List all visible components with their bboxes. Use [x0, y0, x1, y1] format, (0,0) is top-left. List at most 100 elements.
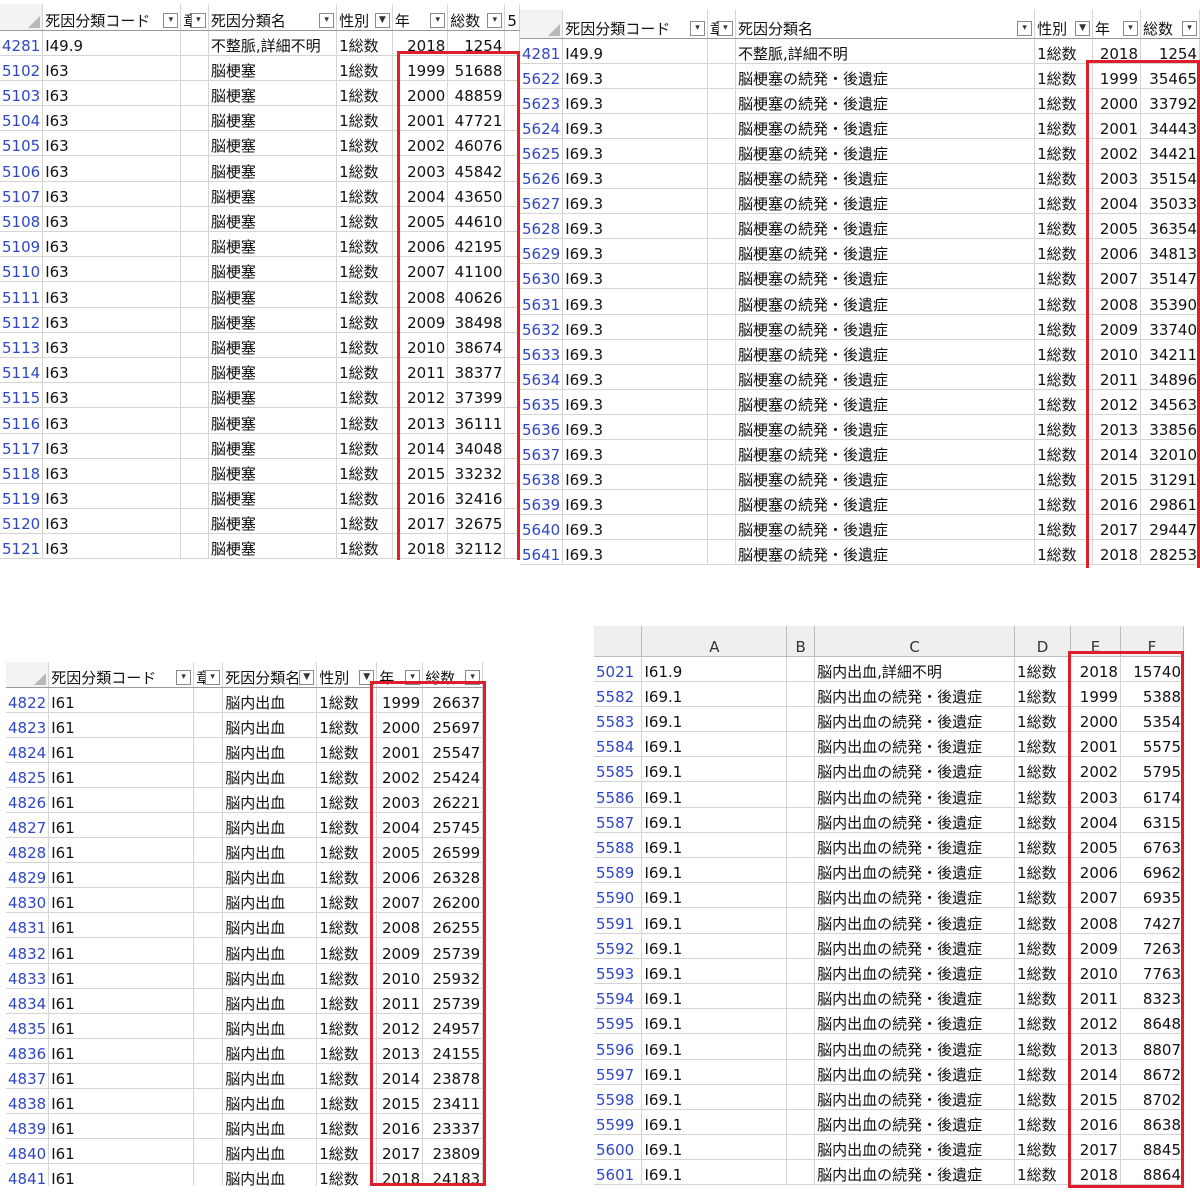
filter-dropdown-icon[interactable]: ▾	[689, 20, 705, 36]
cause-code-cell[interactable]: I69.3	[562, 213, 708, 240]
filter-dropdown-icon[interactable]: ▾	[405, 669, 421, 685]
cause-code-cell[interactable]: I69.3	[562, 364, 708, 390]
row-number[interactable]: 5592	[594, 933, 643, 959]
year-cell[interactable]: 2018	[1070, 1159, 1121, 1186]
column-header[interactable]: 5	[504, 4, 520, 31]
year-cell[interactable]: 2015	[1070, 1084, 1121, 1110]
cause-name-cell[interactable]: 脳梗塞の続発・後遺症	[735, 188, 1036, 215]
chapter-cell[interactable]	[193, 862, 224, 889]
chapter-cell[interactable]	[180, 105, 209, 132]
column-header[interactable]: 性別 ▼	[316, 662, 378, 688]
cause-name-cell[interactable]: 脳内出血の続発・後遺症	[814, 781, 1016, 808]
chapter-cell[interactable]	[786, 807, 816, 833]
year-cell[interactable]: 2003	[1092, 163, 1142, 190]
sex-cell[interactable]: 1総数	[336, 130, 393, 157]
total-cell[interactable]: 1254	[447, 30, 506, 56]
total-cell[interactable]: 31291	[1140, 464, 1200, 491]
total-cell[interactable]: 34563	[1140, 389, 1200, 415]
chapter-cell[interactable]	[180, 508, 209, 535]
year-cell[interactable]: 2012	[1070, 1008, 1121, 1035]
cause-name-cell[interactable]: 脳梗塞	[208, 533, 338, 560]
year-cell[interactable]: 2003	[376, 787, 424, 813]
year-cell[interactable]: 2017	[376, 1138, 424, 1165]
cause-code-cell[interactable]: I63	[42, 382, 182, 409]
chapter-cell[interactable]	[180, 206, 209, 233]
row-number[interactable]: 4832	[6, 937, 50, 964]
cause-code-cell[interactable]: I69.3	[562, 389, 708, 415]
sex-cell[interactable]: 1総数	[1034, 163, 1094, 190]
sex-cell[interactable]: 1総数	[1034, 188, 1094, 215]
row-number[interactable]: 5641	[520, 539, 564, 566]
sex-cell[interactable]: 1総数	[336, 181, 393, 207]
row-number[interactable]: 5626	[520, 163, 564, 190]
chapter-cell[interactable]	[193, 937, 224, 964]
sex-cell[interactable]: 1総数	[1034, 414, 1094, 441]
sex-cell[interactable]: 1総数	[1014, 882, 1071, 909]
row-number[interactable]: 5121	[0, 533, 44, 560]
year-cell[interactable]: 2018	[1092, 539, 1142, 566]
sex-cell[interactable]: 1総数	[1034, 364, 1094, 390]
cause-code-cell[interactable]: I63	[42, 508, 182, 535]
sex-cell[interactable]: 1総数	[316, 837, 378, 864]
sex-cell[interactable]: 1総数	[1034, 238, 1094, 265]
year-cell[interactable]: 2013	[1070, 1033, 1121, 1060]
chapter-cell[interactable]	[786, 1134, 816, 1161]
cause-code-cell[interactable]: I61	[48, 862, 195, 889]
chapter-cell[interactable]	[786, 1033, 816, 1060]
cause-code-cell[interactable]: I69.3	[562, 339, 708, 365]
year-cell[interactable]: 2017	[1092, 514, 1142, 541]
cause-name-cell[interactable]: 脳梗塞	[208, 332, 338, 358]
chapter-cell[interactable]	[193, 762, 224, 788]
cause-name-cell[interactable]: 脳梗塞	[208, 206, 338, 233]
row-number[interactable]: 4825	[6, 762, 50, 788]
year-cell[interactable]: 1999	[376, 687, 424, 713]
sex-cell[interactable]: 1総数	[336, 533, 393, 560]
column-header[interactable]: 死因分類名 ▼	[222, 662, 318, 688]
chapter-cell[interactable]	[707, 188, 736, 215]
row-number[interactable]: 4824	[6, 737, 50, 763]
cause-name-cell[interactable]: 脳内出血	[222, 1138, 318, 1165]
cause-code-cell[interactable]: I49.9	[562, 38, 708, 64]
cause-name-cell[interactable]: 脳内出血の続発・後遺症	[814, 1134, 1016, 1161]
column-header[interactable]: 死因分類名 ▾	[735, 10, 1036, 39]
sex-cell[interactable]: 1総数	[336, 508, 393, 535]
row-number[interactable]: 5596	[594, 1033, 643, 1060]
cause-name-cell[interactable]: 脳内出血,詳細不明	[814, 656, 1016, 682]
chapter-cell[interactable]	[180, 281, 209, 308]
cause-name-cell[interactable]: 脳内出血	[222, 988, 318, 1014]
sex-cell[interactable]: 1総数	[336, 80, 393, 107]
sex-cell[interactable]: 1総数	[336, 30, 393, 56]
sex-cell[interactable]: 1総数	[1034, 464, 1094, 491]
sex-cell[interactable]: 1総数	[1014, 807, 1071, 833]
chapter-cell[interactable]	[707, 113, 736, 139]
row-number[interactable]: 5107	[0, 181, 44, 207]
cause-name-cell[interactable]: 不整脈,詳細不明	[735, 38, 1036, 64]
chapter-cell[interactable]	[707, 163, 736, 190]
cause-name-cell[interactable]: 脳内出血の続発・後遺症	[814, 1159, 1016, 1186]
row-number[interactable]: 5104	[0, 105, 44, 132]
cause-code-cell[interactable]: I63	[42, 407, 182, 434]
sex-cell[interactable]: 1総数	[316, 787, 378, 813]
row-number[interactable]: 5630	[520, 263, 564, 290]
cause-code-cell[interactable]: I61	[48, 687, 195, 713]
sex-cell[interactable]: 1総数	[1034, 314, 1094, 340]
cause-name-cell[interactable]: 脳梗塞の続発・後遺症	[735, 113, 1036, 139]
cause-code-cell[interactable]: I69.3	[562, 88, 708, 114]
sex-cell[interactable]: 1総数	[336, 483, 393, 510]
sex-cell[interactable]: 1総数	[1014, 1109, 1071, 1136]
sex-cell[interactable]: 1総数	[1014, 756, 1071, 783]
sex-cell[interactable]: 1総数	[1014, 983, 1071, 1010]
year-cell[interactable]: 2000	[1070, 706, 1121, 733]
sex-cell[interactable]: 1総数	[1034, 138, 1094, 164]
cause-code-cell[interactable]: I69.3	[562, 63, 708, 89]
total-cell[interactable]: 32010	[1140, 439, 1200, 466]
year-cell[interactable]: 1999	[1092, 63, 1142, 89]
chapter-cell[interactable]	[180, 307, 209, 333]
chapter-cell[interactable]	[180, 55, 209, 81]
column-letter-header[interactable]: F	[1120, 626, 1184, 657]
cause-name-cell[interactable]: 脳内出血の続発・後遺症	[814, 1033, 1016, 1060]
row-number[interactable]: 4826	[6, 787, 50, 813]
row-number[interactable]: 5599	[594, 1109, 643, 1136]
row-number[interactable]: 4836	[6, 1038, 50, 1064]
cause-code-cell[interactable]: I69.1	[641, 1008, 788, 1035]
